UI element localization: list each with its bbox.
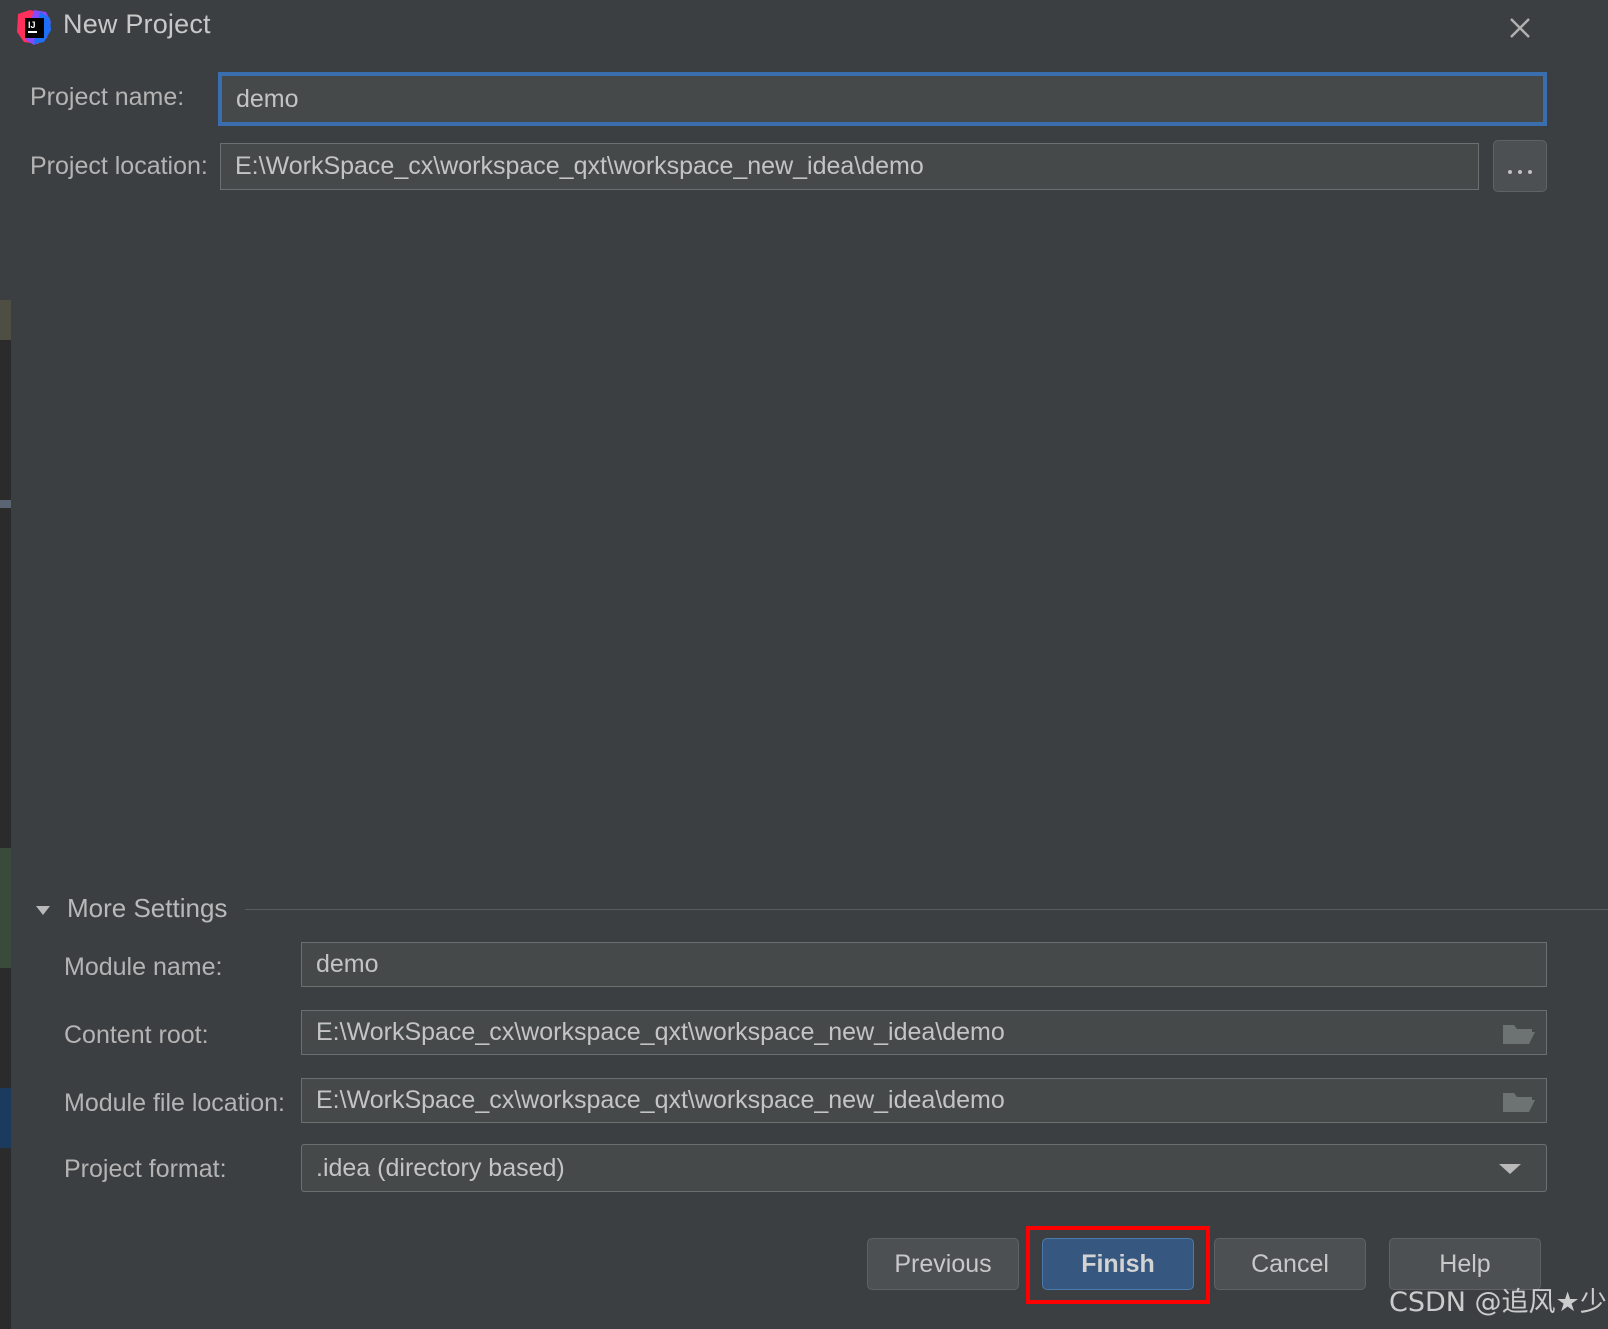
module-file-location-folder-icon[interactable] [1501,1089,1537,1120]
backdrop-strip [0,968,11,1088]
triangle-down-icon [33,900,53,920]
backdrop-strip [0,500,11,508]
backdrop-strip [0,848,11,968]
svg-text:IJ: IJ [28,20,36,30]
backdrop-strip [0,300,11,340]
chevron-down-icon[interactable] [1499,1164,1521,1174]
more-settings-label: More Settings [67,892,228,923]
module-name-input[interactable]: demo [301,942,1547,987]
project-location-input[interactable]: E:\WorkSpace_cx\workspace_qxt\workspace_… [220,143,1479,190]
project-name-input[interactable]: demo [218,72,1547,126]
ide-background-sliver [0,0,11,1329]
project-location-browse-button[interactable] [1493,140,1547,192]
content-root-input[interactable]: E:\WorkSpace_cx\workspace_qxt\workspace_… [301,1010,1547,1055]
backdrop-strip [0,0,11,300]
intellij-idea-logo-icon: IJ [14,8,54,48]
project-format-label: Project format: [64,1155,227,1183]
cancel-button[interactable]: Cancel [1214,1238,1366,1290]
backdrop-strip [0,1088,11,1148]
close-icon[interactable] [1498,6,1542,50]
project-name-label: Project name: [30,83,185,111]
new-project-dialog: IJ New Project Project name: demo Projec… [11,0,1608,1329]
section-divider [245,909,1608,910]
dialog-titlebar: IJ New Project [11,0,1608,54]
module-name-label: Module name: [64,953,223,981]
backdrop-strip [0,1148,11,1329]
content-root-label: Content root: [64,1021,209,1049]
module-file-location-label: Module file location: [64,1089,285,1117]
backdrop-strip [0,508,11,848]
dialog-title: New Project [63,9,211,39]
content-root-folder-icon[interactable] [1501,1021,1537,1052]
help-button[interactable]: Help [1389,1238,1541,1290]
more-settings-toggle[interactable]: More Settings [33,884,1608,932]
project-location-label: Project location: [30,152,208,180]
finish-button[interactable]: Finish [1042,1238,1194,1290]
project-format-select[interactable]: .idea (directory based) [301,1144,1547,1192]
ellipsis-icon [1508,170,1532,174]
backdrop-strip [0,340,11,500]
previous-button[interactable]: Previous [867,1238,1019,1290]
module-file-location-input[interactable]: E:\WorkSpace_cx\workspace_qxt\workspace_… [301,1078,1547,1123]
